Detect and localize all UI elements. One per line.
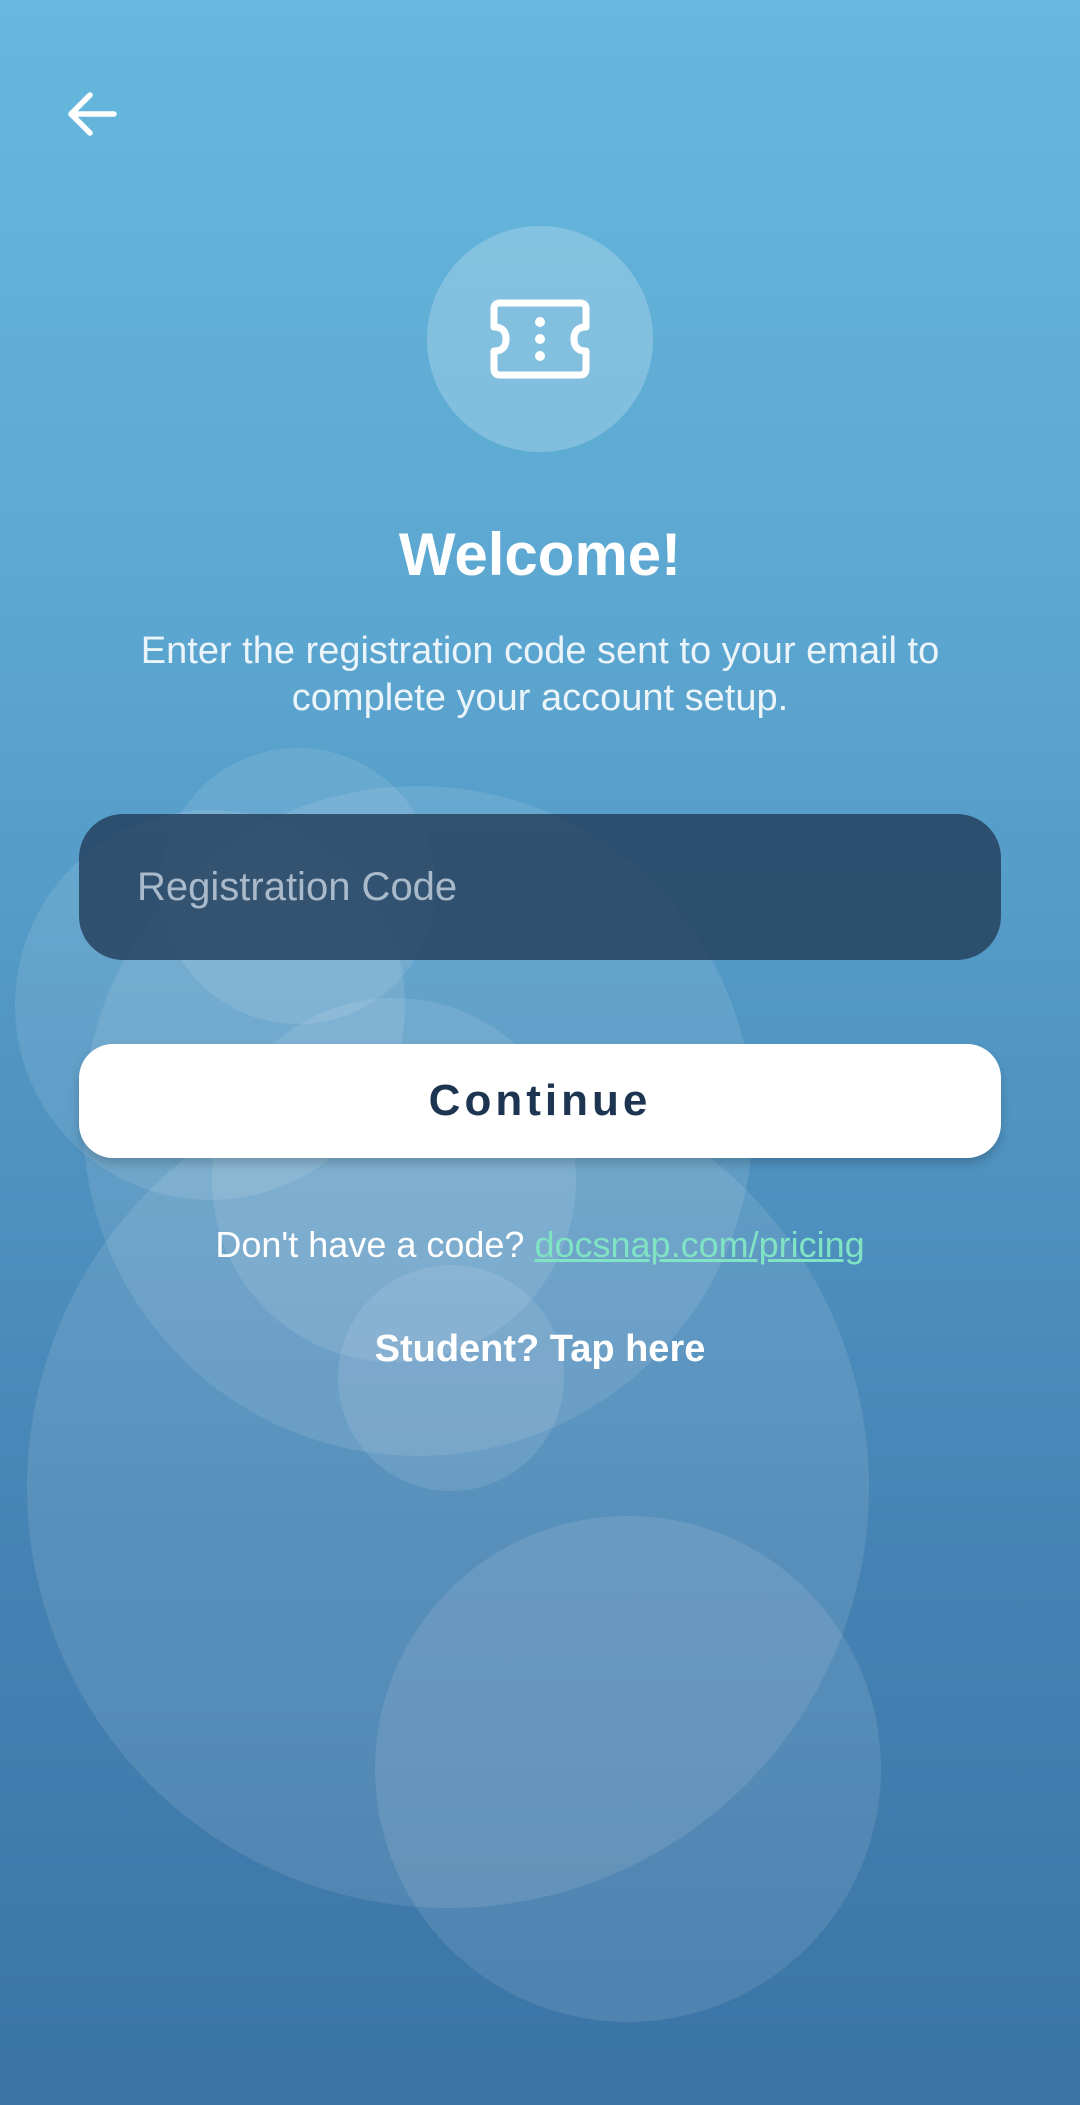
no-code-prompt: Don't have a code? docsnap.com/pricing	[0, 1224, 1080, 1266]
ticket-icon	[490, 299, 590, 379]
student-link[interactable]: Student? Tap here	[0, 1328, 1080, 1371]
bubble	[375, 1516, 881, 2022]
back-button[interactable]	[52, 78, 132, 150]
registration-code-field[interactable]	[79, 814, 1001, 960]
arrow-left-icon	[68, 92, 117, 136]
registration-code-input[interactable]	[135, 863, 1001, 911]
pricing-link[interactable]: docsnap.com/pricing	[534, 1224, 864, 1265]
ticket-icon-badge	[427, 226, 653, 452]
continue-button[interactable]: Continue	[79, 1044, 1001, 1158]
instructions-text: Enter the registration code sent to your…	[140, 630, 940, 719]
bubble	[338, 1265, 564, 1491]
page-title: Welcome!	[398, 521, 682, 588]
no-code-text: Don't have a code?	[215, 1224, 525, 1265]
